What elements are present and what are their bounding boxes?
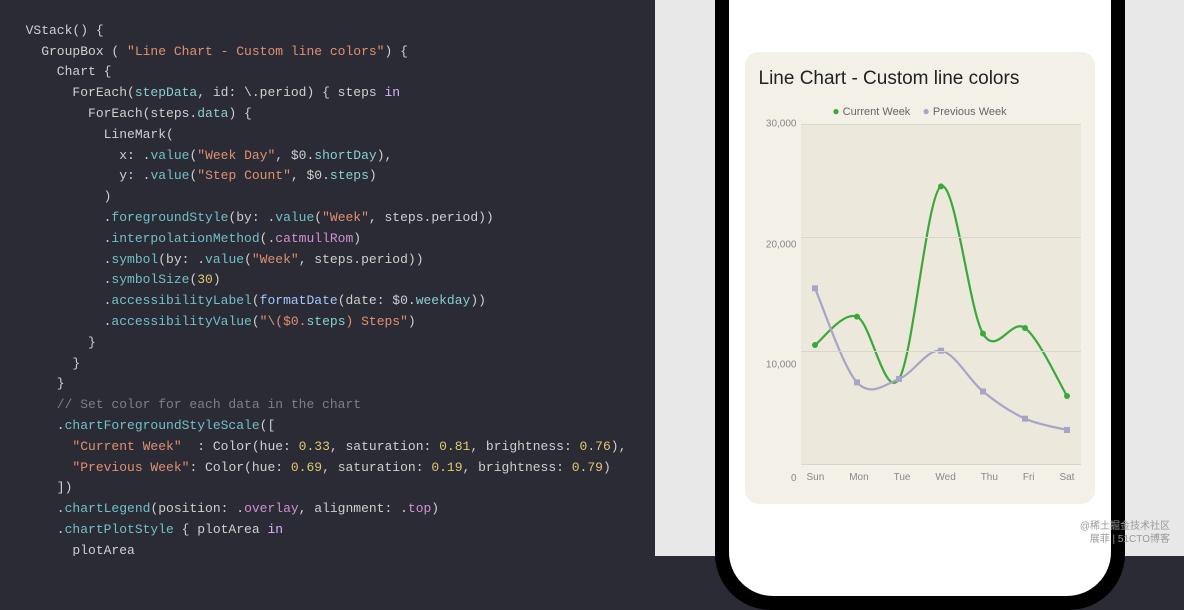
chart-title: Line Chart - Custom line colors [759,68,1081,90]
code-line: .foregroundStyle(by: .value("Week", step… [10,210,494,225]
phone-frame: Line Chart - Custom line colors ● Curren… [715,0,1125,610]
chart-svg [801,124,1081,464]
y-tick: 20,000 [766,239,797,250]
code-line: plotArea [10,543,135,556]
code-line: "Current Week" : Color(hue: 0.33, satura… [10,439,626,454]
code-line: Chart { [10,64,111,79]
code-editor[interactable]: VStack() { GroupBox ( "Line Chart - Cust… [0,0,655,556]
watermark: @稀土掘金技术社区 展菲 | 51CTO博客 [1080,520,1170,546]
preview-panel: Line Chart - Custom line colors ● Curren… [655,0,1184,556]
code-line: .chartPlotStyle { plotArea in [10,522,283,537]
code-line: } [10,356,80,371]
x-tick: Thu [981,472,998,486]
code-line: .chartForegroundStyleScale([ [10,418,275,433]
legend-label-previous: Previous Week [933,106,1007,118]
x-tick: Mon [849,472,868,486]
x-tick: Tue [894,472,911,486]
code-line: } [10,376,65,391]
code-line: .symbolSize(30) [10,272,221,287]
code-line: y: .value("Step Count", $0.steps) [10,168,377,183]
code-line: "Previous Week": Color(hue: 0.69, satura… [10,460,611,475]
x-tick: Wed [935,472,955,486]
code-line: ForEach(stepData, id: \.period) { steps … [10,85,400,100]
code-line: .accessibilityLabel(formatDate(date: $0.… [10,293,486,308]
code-line: ) [10,189,111,204]
chart-legend: ● Current Week ● Previous Week [759,104,1081,118]
x-axis: Sun Mon Tue Wed Thu Fri Sat [801,468,1081,486]
code-line: .accessibilityValue("\($0.steps) Steps") [10,314,416,329]
legend-label-current: Current Week [843,106,911,118]
code-line: .chartLegend(position: .overlay, alignme… [10,501,439,516]
plot-area [801,124,1081,464]
chart-plot: 30,000 20,000 10,000 0 Sun Mon Tue [759,124,1081,486]
code-line: LineMark( [10,127,174,142]
code-comment: // Set color for each data in the chart [10,397,361,412]
code-line: VStack() { [10,23,104,38]
code-line: ForEach(steps.data) { [10,106,252,121]
y-tick: 10,000 [766,360,797,371]
code-line: x: .value("Week Day", $0.shortDay), [10,148,392,163]
y-tick: 30,000 [766,119,797,130]
x-tick: Sun [807,472,825,486]
legend-marker-current: ● [832,104,839,118]
legend-marker-previous: ● [923,104,930,118]
code-line: } [10,335,96,350]
chart-groupbox: Line Chart - Custom line colors ● Curren… [745,52,1095,504]
code-line: .symbol(by: .value("Week", steps.period)… [10,252,424,267]
code-line: ]) [10,480,72,495]
code-line: .interpolationMethod(.catmullRom) [10,231,361,246]
code-line: GroupBox ( "Line Chart - Custom line col… [10,44,408,59]
x-tick: Fri [1023,472,1035,486]
x-tick: Sat [1059,472,1074,486]
phone-screen: Line Chart - Custom line colors ● Curren… [729,0,1111,596]
y-tick: 0 [791,473,797,484]
